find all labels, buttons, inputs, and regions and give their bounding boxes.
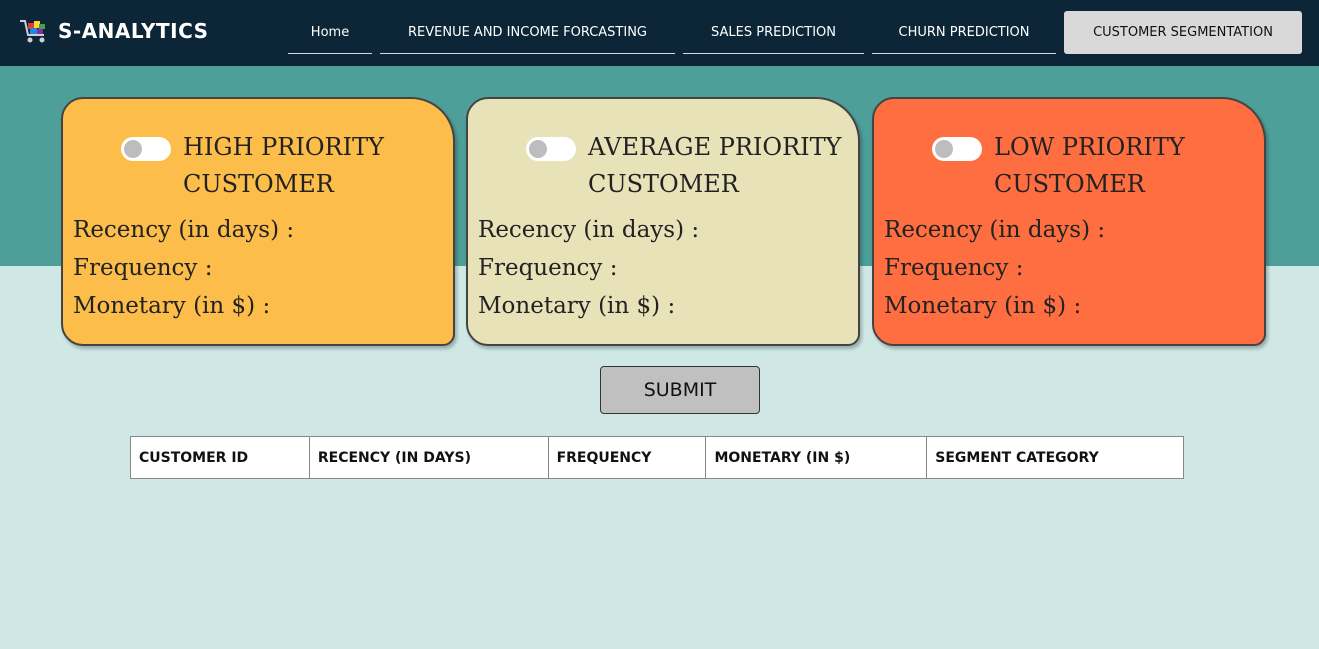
column-header-monetary: MONETARY (IN $) — [705, 436, 928, 479]
card-title-line2: CUSTOMER — [994, 170, 1145, 198]
submit-button[interactable]: SUBMIT — [600, 366, 760, 414]
frequency-label: Frequency : — [884, 255, 1024, 281]
card-title: HIGH PRIORITY CUSTOMER — [183, 129, 443, 203]
nav-churn-prediction[interactable]: CHURN PREDICTION — [872, 11, 1056, 54]
top-navbar: S-ANALYTICS Home REVENUE AND INCOME FORC… — [0, 0, 1319, 66]
card-title: AVERAGE PRIORITY CUSTOMER — [588, 129, 848, 203]
brand[interactable]: S-ANALYTICS — [18, 14, 209, 48]
card-title-line1: AVERAGE PRIORITY — [588, 133, 842, 161]
column-header-segment-category: SEGMENT CATEGORY — [926, 436, 1184, 479]
toggle-knob — [124, 140, 142, 158]
column-header-recency: RECENCY (IN DAYS) — [308, 436, 549, 479]
average-priority-card: AVERAGE PRIORITY CUSTOMER Recency (in da… — [466, 97, 860, 346]
monetary-label: Monetary (in $) : — [884, 293, 1082, 319]
toggle-knob — [529, 140, 547, 158]
recency-label: Recency (in days) : — [478, 217, 700, 243]
recency-label: Recency (in days) : — [73, 217, 295, 243]
column-header-frequency: FREQUENCY — [547, 436, 707, 479]
nav-home[interactable]: Home — [288, 11, 372, 54]
card-title-line2: CUSTOMER — [183, 170, 334, 198]
monetary-label: Monetary (in $) : — [478, 293, 676, 319]
monetary-label: Monetary (in $) : — [73, 293, 271, 319]
results-table: CUSTOMER ID RECENCY (IN DAYS) FREQUENCY … — [130, 436, 1184, 479]
frequency-label: Frequency : — [478, 255, 618, 281]
low-priority-toggle[interactable] — [932, 137, 982, 161]
shopping-cart-logo-icon — [18, 15, 50, 47]
frequency-label: Frequency : — [73, 255, 213, 281]
card-title-line1: LOW PRIORITY — [994, 133, 1185, 161]
card-title-line2: CUSTOMER — [588, 170, 739, 198]
column-header-customer-id: CUSTOMER ID — [130, 436, 310, 479]
brand-name: S-ANALYTICS — [58, 19, 209, 43]
recency-label: Recency (in days) : — [884, 217, 1106, 243]
toggle-knob — [935, 140, 953, 158]
average-priority-toggle[interactable] — [526, 137, 576, 161]
card-title: LOW PRIORITY CUSTOMER — [994, 129, 1254, 203]
high-priority-toggle[interactable] — [121, 137, 171, 161]
low-priority-card: LOW PRIORITY CUSTOMER Recency (in days) … — [872, 97, 1266, 346]
nav-revenue-forecasting[interactable]: REVENUE AND INCOME FORCASTING — [380, 11, 675, 54]
table-header-row: CUSTOMER ID RECENCY (IN DAYS) FREQUENCY … — [130, 436, 1184, 479]
nav-customer-segmentation[interactable]: CUSTOMER SEGMENTATION — [1064, 11, 1302, 54]
card-title-line1: HIGH PRIORITY — [183, 133, 384, 161]
nav-sales-prediction[interactable]: SALES PREDICTION — [683, 11, 864, 54]
high-priority-card: HIGH PRIORITY CUSTOMER Recency (in days)… — [61, 97, 455, 346]
